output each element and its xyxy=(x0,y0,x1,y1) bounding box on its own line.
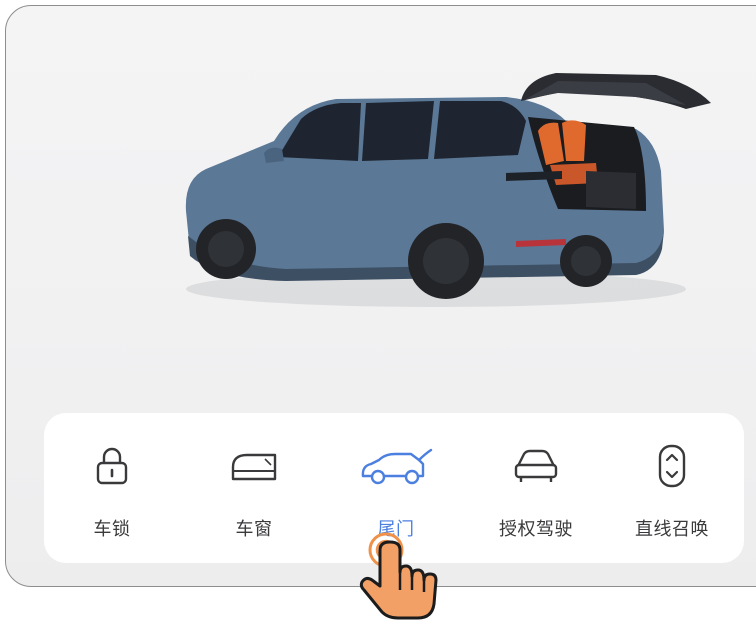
vehicle-control-card: 车锁 车窗 尾门 授权驾驶 直线召唤 xyxy=(5,5,756,587)
straight-summon-icon xyxy=(612,443,732,489)
lock-icon xyxy=(52,443,172,489)
authorized-drive-label: 授权驾驶 xyxy=(499,519,573,540)
tap-hand-icon xyxy=(359,532,438,620)
lock-label: 车锁 xyxy=(93,519,131,540)
lock-button[interactable]: 车锁 xyxy=(52,413,172,563)
straight-summon-label: 直线召唤 xyxy=(635,519,709,540)
straight-summon-button[interactable]: 直线召唤 xyxy=(612,413,732,563)
authorized-drive-button[interactable]: 授权驾驶 xyxy=(476,413,596,563)
window-icon xyxy=(194,443,314,489)
suv-tailgate-open-illustration xyxy=(185,73,711,307)
tailgate-icon xyxy=(336,443,456,489)
window-button[interactable]: 车窗 xyxy=(194,413,314,563)
window-label: 车窗 xyxy=(235,519,273,540)
authorized-drive-icon xyxy=(476,443,596,489)
